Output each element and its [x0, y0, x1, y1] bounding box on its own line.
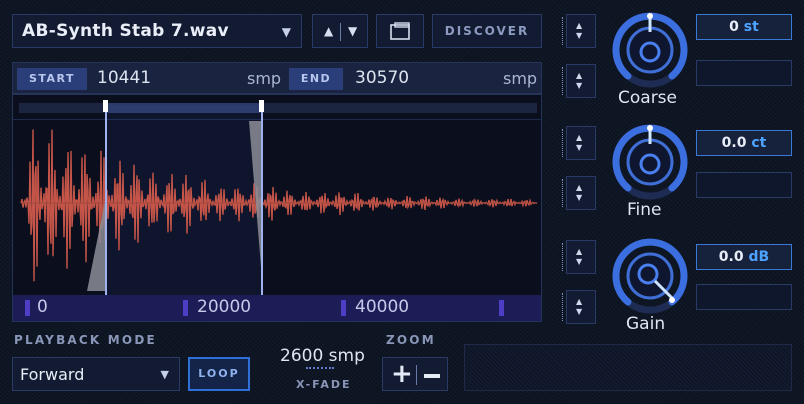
- coarse-mod-button-2[interactable]: ▲ ▼: [562, 64, 596, 98]
- ruler-label: 40000: [355, 297, 410, 317]
- fine-unit: ct: [751, 135, 767, 151]
- fine-mod-button-2[interactable]: ▲ ▼: [562, 176, 596, 210]
- coarse-mod-amount-field[interactable]: [696, 60, 792, 86]
- start-marker: [105, 105, 107, 297]
- start-label: START: [17, 68, 87, 90]
- gain-value-field[interactable]: 0.0 dB: [696, 244, 792, 270]
- crossfade-drag-indicator: [306, 367, 334, 369]
- file-nav-group: ▲ ▼: [312, 14, 368, 48]
- previous-file-icon[interactable]: ▲: [324, 24, 333, 38]
- playback-mode-value: Forward: [20, 365, 85, 384]
- gain-label: Gain: [626, 314, 666, 334]
- divider: [416, 365, 417, 385]
- waveform-view[interactable]: 0 20000 40000: [12, 94, 542, 322]
- ruler-label: 20000: [197, 297, 252, 317]
- chevron-down-icon: ▼: [160, 368, 169, 381]
- start-marker-handle: [103, 100, 108, 112]
- gain-knob[interactable]: [610, 236, 690, 316]
- waveform-display: [13, 100, 541, 297]
- discover-button[interactable]: DISCOVER: [432, 14, 542, 48]
- arrow-up-icon: ▲: [576, 21, 583, 30]
- folder-icon: [390, 22, 410, 40]
- mod-bracket: [562, 243, 568, 271]
- file-select[interactable]: AB-Synth Stab 7.wav ▼: [12, 14, 302, 48]
- arrow-up-icon: ▲: [576, 247, 583, 256]
- sample-ruler: 0 20000 40000: [13, 295, 541, 321]
- loop-button[interactable]: LOOP: [188, 357, 250, 391]
- info-panel: [464, 344, 792, 391]
- ruler-tick: [341, 300, 346, 316]
- zoom-controls: +: [382, 357, 448, 391]
- crossfade-label: X-FADE: [296, 378, 352, 391]
- arrow-up-icon: ▲: [576, 297, 583, 306]
- zoom-label: ZOOM: [386, 333, 436, 347]
- zoom-out-icon[interactable]: [424, 374, 440, 378]
- end-label: END: [289, 68, 343, 90]
- end-value-field[interactable]: 30570: [355, 68, 409, 88]
- coarse-value: 0: [729, 19, 739, 35]
- sample-range-bar: START 10441 smp END 30570 smp: [12, 62, 542, 94]
- end-marker: [261, 105, 263, 297]
- gain-mod-button-1[interactable]: ▲ ▼: [562, 240, 596, 274]
- ruler-tick: [25, 300, 30, 316]
- arrow-down-icon: ▼: [576, 193, 583, 202]
- coarse-label: Coarse: [618, 88, 677, 108]
- zoom-in-icon[interactable]: +: [391, 359, 413, 389]
- arrow-up-icon: ▲: [576, 183, 583, 192]
- coarse-knob[interactable]: [610, 10, 690, 90]
- fine-mod-amount-field[interactable]: [696, 172, 792, 198]
- overview-track: [19, 103, 537, 113]
- ruler-label: 0: [37, 297, 48, 317]
- arrow-up-icon: ▲: [576, 71, 583, 80]
- chevron-down-icon: ▼: [281, 25, 291, 39]
- mod-bracket: [562, 179, 568, 207]
- coarse-mod-button-1[interactable]: ▲ ▼: [562, 14, 596, 48]
- mod-bracket: [562, 67, 568, 95]
- end-unit: smp: [503, 69, 538, 88]
- mod-bracket: [562, 129, 568, 157]
- next-file-icon[interactable]: ▼: [348, 24, 357, 38]
- arrow-down-icon: ▼: [576, 257, 583, 266]
- browse-folder-button[interactable]: [376, 14, 424, 48]
- gain-unit: dB: [748, 249, 770, 265]
- end-marker-handle: [259, 100, 264, 112]
- arrow-down-icon: ▼: [576, 307, 583, 316]
- file-name: AB-Synth Stab 7.wav: [22, 21, 229, 41]
- playback-mode-select[interactable]: Forward ▼: [12, 357, 180, 391]
- arrow-down-icon: ▼: [576, 81, 583, 90]
- gain-mod-button-2[interactable]: ▲ ▼: [562, 290, 596, 324]
- playback-mode-label: PLAYBACK MODE: [14, 333, 157, 347]
- arrow-down-icon: ▼: [576, 143, 583, 152]
- crossfade-value[interactable]: 2600 smp: [280, 346, 365, 366]
- mod-bracket: [562, 17, 568, 45]
- ruler-tick: [499, 300, 504, 316]
- divider: [340, 23, 341, 41]
- fine-knob[interactable]: [610, 122, 690, 202]
- fine-value: 0.0: [721, 135, 747, 151]
- ruler-tick: [183, 300, 188, 316]
- mod-bracket: [562, 293, 568, 321]
- coarse-unit: st: [743, 19, 759, 35]
- fine-mod-button-1[interactable]: ▲ ▼: [562, 126, 596, 160]
- coarse-value-field[interactable]: 0 st: [696, 14, 792, 40]
- fine-value-field[interactable]: 0.0 ct: [696, 130, 792, 156]
- gain-value: 0.0: [718, 249, 744, 265]
- start-value-field[interactable]: 10441: [97, 68, 151, 88]
- fine-label: Fine: [627, 200, 662, 220]
- start-unit: smp: [247, 69, 282, 88]
- gain-mod-amount-field[interactable]: [696, 284, 792, 310]
- arrow-up-icon: ▲: [576, 133, 583, 142]
- arrow-down-icon: ▼: [576, 31, 583, 40]
